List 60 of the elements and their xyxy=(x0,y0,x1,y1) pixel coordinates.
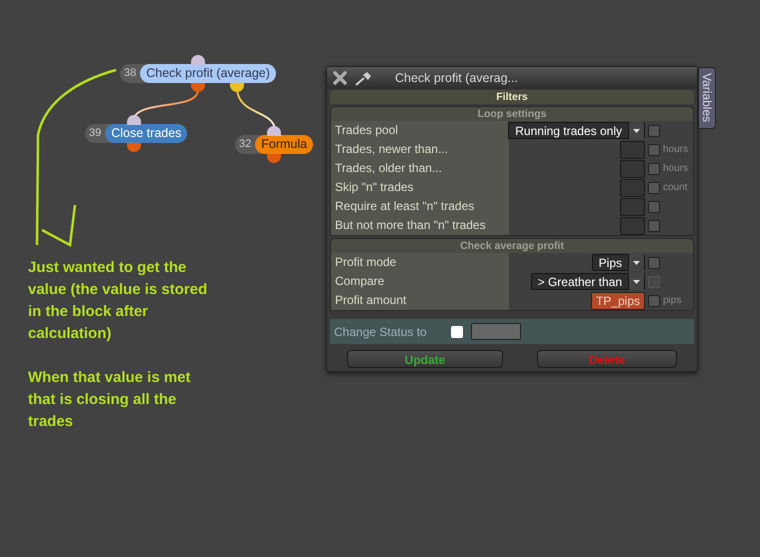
field-label: Trades, newer than... xyxy=(331,140,509,159)
node[interactable]: 39 Close trades xyxy=(85,124,188,143)
input-field[interactable] xyxy=(471,323,521,340)
caret-icon xyxy=(633,128,640,132)
status-label: Change Status to xyxy=(334,324,428,340)
node-label: Check profit (average) xyxy=(140,64,276,83)
node-number: 38 xyxy=(123,66,138,82)
section-header: Loop settings xyxy=(331,107,693,121)
field-label: Profit mode xyxy=(331,253,509,272)
section-header: Check average profit xyxy=(331,239,693,253)
node-number: 32 xyxy=(238,137,252,152)
close-icon[interactable] xyxy=(333,71,347,85)
checkbox[interactable] xyxy=(648,162,660,174)
unit-label: hours xyxy=(663,162,690,176)
field-label: Trades, older than... xyxy=(331,159,509,178)
node-number: 39 xyxy=(88,126,102,142)
field-label: Profit amount xyxy=(331,291,509,310)
field-label: Skip "n" trades xyxy=(331,178,509,197)
field-label: Compare xyxy=(331,272,509,291)
input-field[interactable] xyxy=(620,178,645,196)
update-button[interactable]: Update xyxy=(347,350,503,368)
unit-label: pips xyxy=(663,294,682,308)
input-port[interactable] xyxy=(127,115,141,125)
checkbox[interactable] xyxy=(648,200,660,212)
unit-label: hours xyxy=(663,143,690,157)
caret-icon xyxy=(633,280,640,284)
input-field[interactable] xyxy=(620,140,645,158)
annotation-text: Just wanted to get the value (the value is stored in the block after calculation) xyxy=(28,258,208,344)
checkbox[interactable] xyxy=(648,124,660,136)
checkbox[interactable] xyxy=(648,256,660,268)
field-label: Trades pool xyxy=(331,121,508,140)
node[interactable]: 32 Formula xyxy=(235,135,314,154)
caret-icon xyxy=(633,260,640,264)
output-port[interactable] xyxy=(191,83,205,92)
field-label: Require at least "n" trades xyxy=(331,197,509,216)
node-label: Close trades xyxy=(105,124,188,143)
output-port[interactable] xyxy=(230,83,244,92)
field-label: But not more than "n" trades xyxy=(331,216,509,235)
panel-header: Filters xyxy=(330,90,694,104)
checkbox[interactable] xyxy=(648,294,660,306)
input-field[interactable] xyxy=(620,198,645,216)
unit-label: count xyxy=(663,181,688,195)
checkbox[interactable] xyxy=(648,220,660,232)
output-port[interactable] xyxy=(267,154,281,163)
checkbox[interactable] xyxy=(648,182,660,194)
side-tab[interactable]: Variables xyxy=(698,67,716,129)
input-field[interactable] xyxy=(620,160,645,178)
input-field[interactable] xyxy=(620,216,645,234)
dropdown[interactable]: Running trades only xyxy=(508,122,645,139)
checkbox[interactable] xyxy=(451,326,463,338)
node[interactable]: 38 Check profit (average) xyxy=(120,64,276,83)
annotation-text: When that value is met that is closing all the trades xyxy=(28,368,192,432)
variable-field[interactable]: TP_pips xyxy=(590,292,645,310)
node-label: Formula xyxy=(255,135,314,154)
checkbox[interactable] xyxy=(648,144,660,156)
input-port[interactable] xyxy=(191,55,205,65)
window-title: Check profit (averag... xyxy=(395,70,518,87)
input-port[interactable] xyxy=(267,126,281,136)
output-port[interactable] xyxy=(127,143,141,152)
dropdown[interactable]: Pips xyxy=(592,254,645,271)
